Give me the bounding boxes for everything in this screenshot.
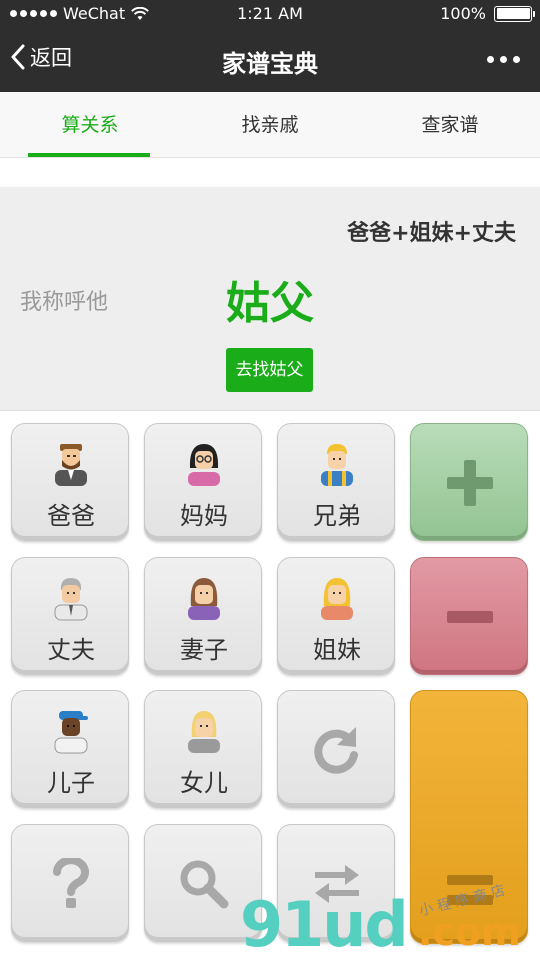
key-label: 爸爸 <box>47 502 95 530</box>
relation-result: 姑父 <box>226 278 314 329</box>
key-father[interactable]: 爸爸 <box>11 423 129 541</box>
minus-button[interactable] <box>410 557 528 675</box>
swap-button[interactable] <box>277 824 395 942</box>
help-button[interactable] <box>11 824 129 942</box>
key-label: 丈夫 <box>47 636 95 664</box>
key-brother[interactable]: 兄弟 <box>277 423 395 541</box>
find-relative-button[interactable]: 去找姑父 <box>226 348 313 392</box>
key-sister[interactable]: 姐妹 <box>277 557 395 675</box>
daughter-avatar-icon <box>188 711 220 753</box>
key-label: 妈妈 <box>180 502 228 530</box>
brother-avatar-icon <box>321 444 353 486</box>
key-mother[interactable]: 妈妈 <box>144 423 262 541</box>
key-label: 姐妹 <box>313 636 361 664</box>
equals-icon <box>411 691 529 945</box>
minus-icon <box>411 558 529 676</box>
tab-calc-relation[interactable]: 算关系 <box>0 92 180 157</box>
key-label: 兄弟 <box>313 502 361 530</box>
result-panel: 爸爸+姐妹+丈夫 我称呼他 姑父 去找姑父 <box>0 187 540 411</box>
nav-bar: 返回 家谱宝典 <box>0 28 540 92</box>
call-label: 我称呼他 <box>20 290 109 315</box>
swap-icon <box>278 825 396 943</box>
key-label: 儿子 <box>47 769 95 797</box>
father-avatar-icon <box>55 444 87 486</box>
battery-icon <box>494 5 535 22</box>
search-button[interactable] <box>144 824 262 942</box>
more-dots-icon[interactable] <box>487 56 520 63</box>
key-daughter[interactable]: 女儿 <box>144 690 262 808</box>
key-son[interactable]: 儿子 <box>11 690 129 808</box>
husband-avatar-icon <box>54 578 88 621</box>
keypad: 爸爸 妈妈 兄弟 丈夫 妻子 姐妹 儿子 女儿 91ud 小 程 序 商 店 .… <box>0 412 540 960</box>
page-title: 家谱宝典 <box>222 50 318 78</box>
key-label: 妻子 <box>180 636 228 664</box>
key-husband[interactable]: 丈夫 <box>11 557 129 675</box>
undo-button[interactable] <box>277 690 395 808</box>
key-label: 女儿 <box>180 769 228 797</box>
tab-bar: 算关系 找亲戚 查家谱 <box>0 92 540 158</box>
search-icon <box>145 825 263 943</box>
tab-find-relatives[interactable]: 找亲戚 <box>180 92 360 157</box>
status-bar: WeChat 1:21 AM 100% <box>0 0 540 28</box>
wife-avatar-icon <box>188 578 220 620</box>
key-wife[interactable]: 妻子 <box>144 557 262 675</box>
battery-status: 100% <box>440 4 535 23</box>
equals-button[interactable] <box>410 690 528 944</box>
mother-avatar-icon <box>188 444 220 486</box>
battery-percent: 100% <box>440 4 486 23</box>
sister-avatar-icon <box>321 578 353 620</box>
undo-icon <box>278 691 396 809</box>
plus-button[interactable] <box>410 423 528 541</box>
son-avatar-icon <box>54 711 88 754</box>
relation-expression: 爸爸+姐妹+丈夫 <box>347 221 516 246</box>
tab-family-tree[interactable]: 查家谱 <box>360 92 540 157</box>
plus-icon <box>411 424 529 542</box>
question-icon <box>12 825 130 943</box>
